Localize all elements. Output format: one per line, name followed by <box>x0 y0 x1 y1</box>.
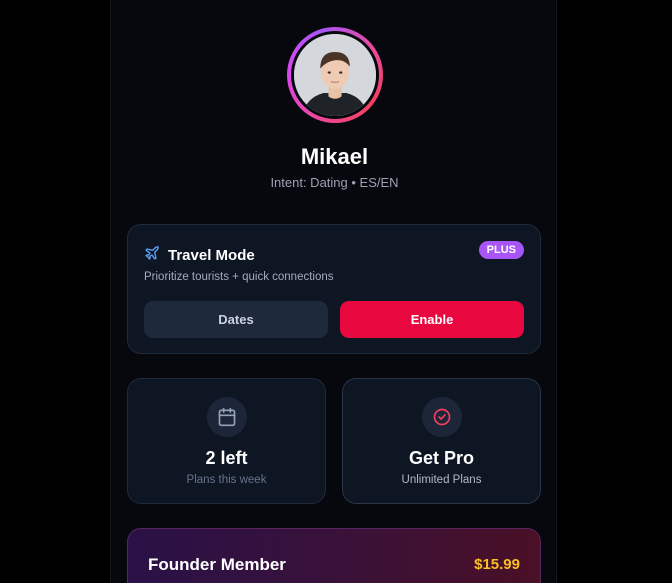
travel-mode-title: Travel Mode <box>168 247 255 264</box>
plans-label: Plans this week <box>186 474 267 486</box>
founder-member-card[interactable]: Founder Member $15.99 <box>127 528 541 583</box>
travel-mode-card: Travel Mode PLUS Prioritize tourists + q… <box>127 224 541 354</box>
founder-title: Founder Member <box>148 555 286 574</box>
founder-price: $15.99 <box>474 556 520 573</box>
plans-card[interactable]: 2 left Plans this week <box>127 378 326 504</box>
plus-badge: PLUS <box>478 241 524 259</box>
dates-button[interactable]: Dates <box>144 301 328 338</box>
plane-icon <box>144 245 160 266</box>
get-pro-value: Get Pro <box>408 448 474 468</box>
profile-screen: Mikael Intent: Dating • ES/EN Travel Mod… <box>110 0 557 583</box>
get-pro-label: Unlimited Plans <box>401 474 482 486</box>
plans-value: 2 left <box>205 448 248 468</box>
travel-mode-subtitle: Prioritize tourists + quick connections <box>144 271 334 283</box>
profile-intent: Intent: Dating • ES/EN <box>270 175 399 190</box>
avatar-ring[interactable] <box>287 27 383 123</box>
avatar <box>294 34 376 116</box>
check-circle-icon <box>422 397 462 437</box>
enable-button[interactable]: Enable <box>340 301 524 338</box>
get-pro-card[interactable]: Get Pro Unlimited Plans <box>342 378 541 504</box>
calendar-icon <box>207 397 247 437</box>
profile-name: Mikael <box>300 144 369 169</box>
